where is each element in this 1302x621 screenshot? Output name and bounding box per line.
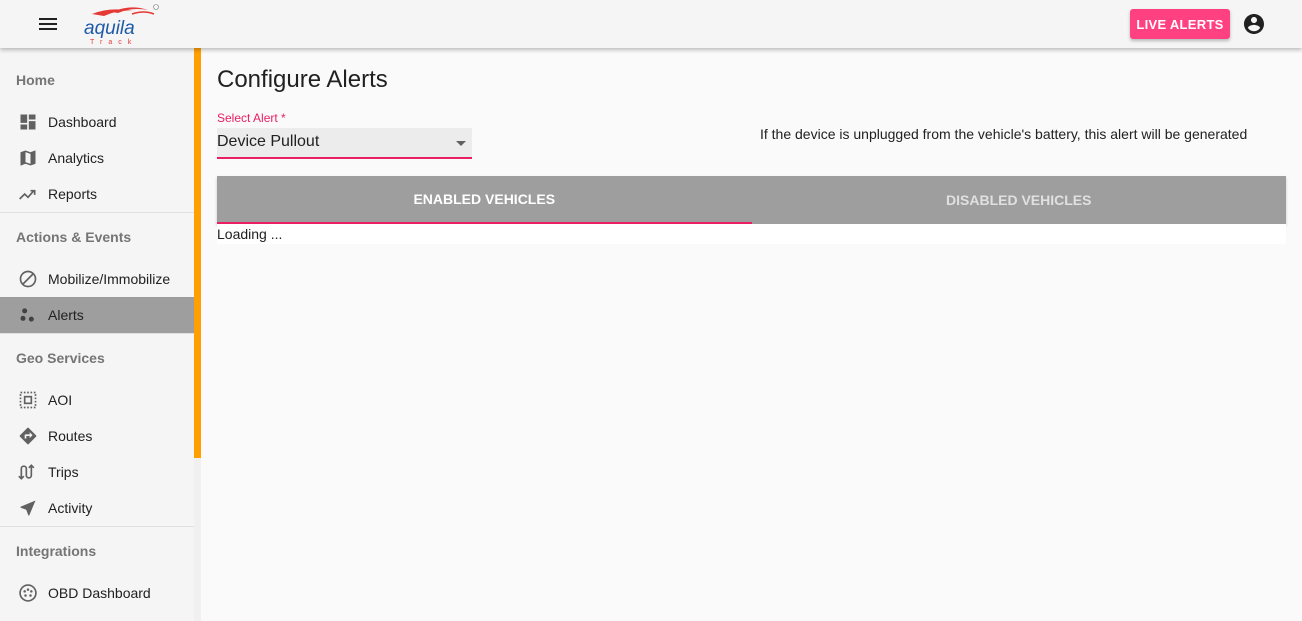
scatter-icon: [16, 303, 40, 327]
sidebar-item-label: AOI: [48, 392, 73, 408]
sidebar-divider: [0, 526, 194, 527]
loading-text: Loading ...: [217, 226, 283, 242]
section-header-actions-events: Actions & Events: [16, 229, 132, 245]
select-alert-label: Select Alert *: [217, 111, 286, 125]
sidebar-item-label: Alerts: [48, 307, 84, 323]
tab-panel: Loading ...: [217, 224, 1286, 244]
tab-enabled-vehicles[interactable]: ENABLED VEHICLES: [217, 176, 752, 224]
sidebar-item-label: Dashboard: [48, 114, 117, 130]
sidebar-item-analytics[interactable]: Analytics: [0, 140, 194, 176]
vehicle-tabs: ENABLED VEHICLES DISABLED VEHICLES: [217, 176, 1286, 224]
sidebar-item-label: Mobilize/Immobilize: [48, 271, 171, 287]
navigation-icon: [16, 496, 40, 520]
alert-description: If the device is unplugged from the vehi…: [760, 126, 1248, 142]
sidebar-item-dashboard[interactable]: Dashboard: [0, 104, 194, 140]
tab-disabled-vehicles[interactable]: DISABLED VEHICLES: [752, 176, 1287, 224]
dashboard-icon: [16, 110, 40, 134]
sidebar-item-reports[interactable]: Reports: [0, 176, 194, 212]
menu-icon[interactable]: [36, 14, 60, 34]
sidebar-item-obd-dashboard[interactable]: OBD Dashboard: [0, 575, 194, 611]
sidebar-scrollbar[interactable]: [194, 48, 201, 621]
page-title: Configure Alerts: [217, 66, 388, 93]
sidebar-item-aoi[interactable]: AOI: [0, 382, 194, 418]
sidebar-item-label: Reports: [48, 186, 98, 202]
dropdown-arrow-icon: [456, 141, 466, 146]
section-header-geo-services: Geo Services: [16, 350, 105, 366]
svg-text:aquila: aquila: [84, 18, 135, 39]
top-app-bar: aquila Track LIVE ALERTS: [0, 0, 1302, 48]
map-icon: [16, 146, 40, 170]
section-header-home: Home: [16, 72, 55, 88]
select-area-icon: [16, 388, 40, 412]
trending-icon: [16, 182, 40, 206]
sidebar-item-label: Routes: [48, 428, 93, 444]
sidebar-item-label: Trips: [48, 464, 79, 480]
select-alert-dropdown[interactable]: Device Pullout: [217, 128, 472, 159]
sidebar: Home Dashboard Analytics Reports Actions…: [0, 48, 194, 621]
sidebar-divider: [0, 333, 194, 334]
main-content: Configure Alerts Select Alert * Device P…: [201, 48, 1302, 621]
sidebar-divider: [0, 212, 194, 213]
svg-text:Track: Track: [90, 39, 137, 46]
sidebar-item-alerts[interactable]: Alerts: [0, 297, 194, 333]
sidebar-item-label: Activity: [48, 500, 93, 516]
trip-icon: [16, 460, 40, 484]
sidebar-item-activity[interactable]: Activity: [0, 490, 194, 526]
sidebar-item-mobilize-immobilize[interactable]: Mobilize/Immobilize: [0, 261, 194, 297]
obd-icon: [16, 581, 40, 605]
sidebar-item-trips[interactable]: Trips: [0, 454, 194, 490]
sidebar-item-label: Analytics: [48, 150, 105, 166]
account-circle-icon[interactable]: [1242, 12, 1266, 36]
directions-icon: [16, 424, 40, 448]
sidebar-item-routes[interactable]: Routes: [0, 418, 194, 454]
block-icon: [16, 267, 40, 291]
live-alerts-button[interactable]: LIVE ALERTS: [1130, 9, 1230, 39]
sidebar-item-label: OBD Dashboard: [48, 585, 151, 601]
section-header-integrations: Integrations: [16, 543, 97, 559]
aquila-logo[interactable]: aquila Track: [82, 4, 162, 46]
select-alert-value: Device Pullout: [217, 133, 320, 150]
scrollbar-thumb[interactable]: [194, 48, 201, 458]
